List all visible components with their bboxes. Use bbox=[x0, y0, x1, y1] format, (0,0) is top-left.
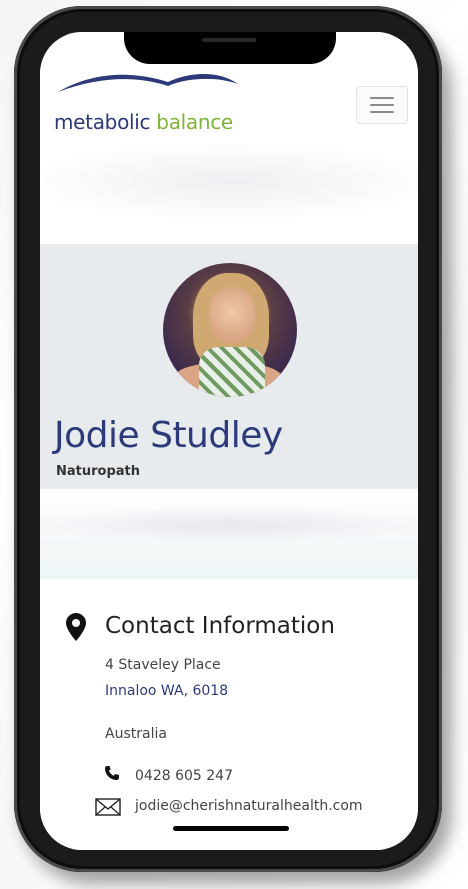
hamburger-menu-icon-line bbox=[370, 111, 394, 113]
logo-arc-icon bbox=[58, 73, 238, 92]
phone-icon bbox=[105, 766, 119, 780]
logo-word-metabolic: metabolic bbox=[54, 110, 151, 134]
avatar-dress bbox=[199, 347, 265, 397]
hamburger-menu-icon bbox=[370, 97, 394, 99]
hamburger-menu-button[interactable] bbox=[356, 86, 408, 124]
phone-number-link[interactable]: 0428 605 247 bbox=[135, 768, 233, 784]
address-country: Australia bbox=[105, 726, 167, 742]
logo-word-balance: balance bbox=[156, 110, 233, 134]
hamburger-menu-icon-line bbox=[370, 104, 394, 106]
phone-screen: metabolic balance Jodie Studley Naturopa… bbox=[40, 32, 418, 850]
location-pin-icon bbox=[66, 613, 86, 641]
phone-notch bbox=[124, 32, 336, 64]
address-line2[interactable]: Innaloo WA, 6018 bbox=[105, 683, 228, 699]
contact-section: Contact Information 4 Staveley Place Inn… bbox=[40, 579, 418, 850]
header-swoosh bbox=[40, 142, 418, 222]
divider-wave bbox=[40, 507, 418, 543]
email-link[interactable]: jodie@cherishnaturalhealth.com bbox=[135, 798, 363, 814]
address-line1: 4 Staveley Place bbox=[105, 657, 221, 673]
speaker-grill bbox=[202, 38, 256, 42]
practitioner-name: Jodie Studley bbox=[54, 415, 283, 456]
logo[interactable]: metabolic balance bbox=[54, 110, 233, 134]
practitioner-role: Naturopath bbox=[56, 464, 141, 479]
avatar bbox=[163, 263, 297, 397]
profile-section: Jodie Studley Naturopath bbox=[40, 244, 418, 489]
envelope-icon bbox=[95, 798, 121, 816]
avatar-face bbox=[209, 287, 255, 343]
home-indicator[interactable] bbox=[173, 826, 289, 831]
section-divider bbox=[40, 489, 418, 579]
contact-title: Contact Information bbox=[105, 613, 335, 639]
